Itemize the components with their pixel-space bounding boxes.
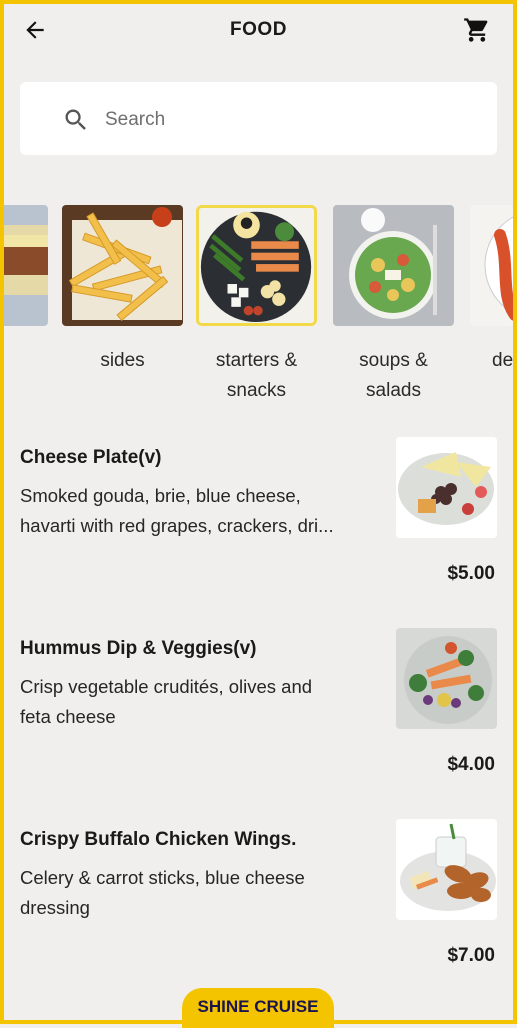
menu-item-name: Hummus Dip & Veggies(v)	[20, 638, 257, 659]
category-image	[196, 205, 317, 326]
search-placeholder: Search	[105, 109, 166, 130]
category-item-partial-left[interactable]	[0, 205, 48, 346]
category-label: starters & snacks	[215, 350, 298, 401]
category-item-soups-salads[interactable]: soups & salads	[333, 205, 454, 406]
search-input[interactable]: Search	[20, 82, 497, 155]
search-icon	[65, 109, 86, 130]
category-label: soups & salads	[359, 350, 428, 401]
page-title: FOOD	[230, 19, 287, 40]
brand-badge: SHINE CRUISE	[182, 988, 334, 1028]
category-item-sides[interactable]: sides	[62, 205, 183, 376]
menu-item-hummus-dip[interactable]: Hummus Dip & Veggies(v) Crisp vegetable …	[0, 628, 517, 828]
menu-item-name: Cheese Plate(v)	[20, 447, 162, 468]
category-image	[0, 205, 48, 326]
category-item-starters-snacks[interactable]: starters & snacks	[196, 205, 317, 406]
category-image	[62, 205, 183, 326]
menu-item-image	[396, 628, 497, 729]
menu-item-image	[396, 819, 497, 920]
menu-item-price: $4.00	[447, 754, 495, 775]
menu-item-description: Crisp vegetable crudités, olives and feta…	[20, 676, 313, 727]
category-label: de	[492, 350, 514, 371]
category-carousel[interactable]: sides starters & snacks soups & salads de	[0, 205, 517, 410]
shopping-cart-icon[interactable]	[463, 16, 491, 44]
category-image	[470, 205, 517, 326]
category-item-partial-right[interactable]: de	[470, 205, 517, 376]
menu-item-price: $5.00	[447, 563, 495, 584]
menu-item-cheese-plate[interactable]: Cheese Plate(v) Smoked gouda, brie, blue…	[0, 437, 517, 637]
top-app-bar: FOOD	[0, 0, 517, 60]
menu-item-image	[396, 437, 497, 538]
menu-item-name: Crispy Buffalo Chicken Wings.	[20, 829, 297, 850]
menu-item-description: Smoked gouda, brie, blue cheese, havarti …	[20, 485, 334, 536]
menu-item-description: Celery & carrot sticks, blue cheese dress…	[20, 867, 305, 918]
category-image	[333, 205, 454, 326]
menu-item-price: $7.00	[447, 945, 495, 966]
category-label: sides	[100, 350, 145, 371]
